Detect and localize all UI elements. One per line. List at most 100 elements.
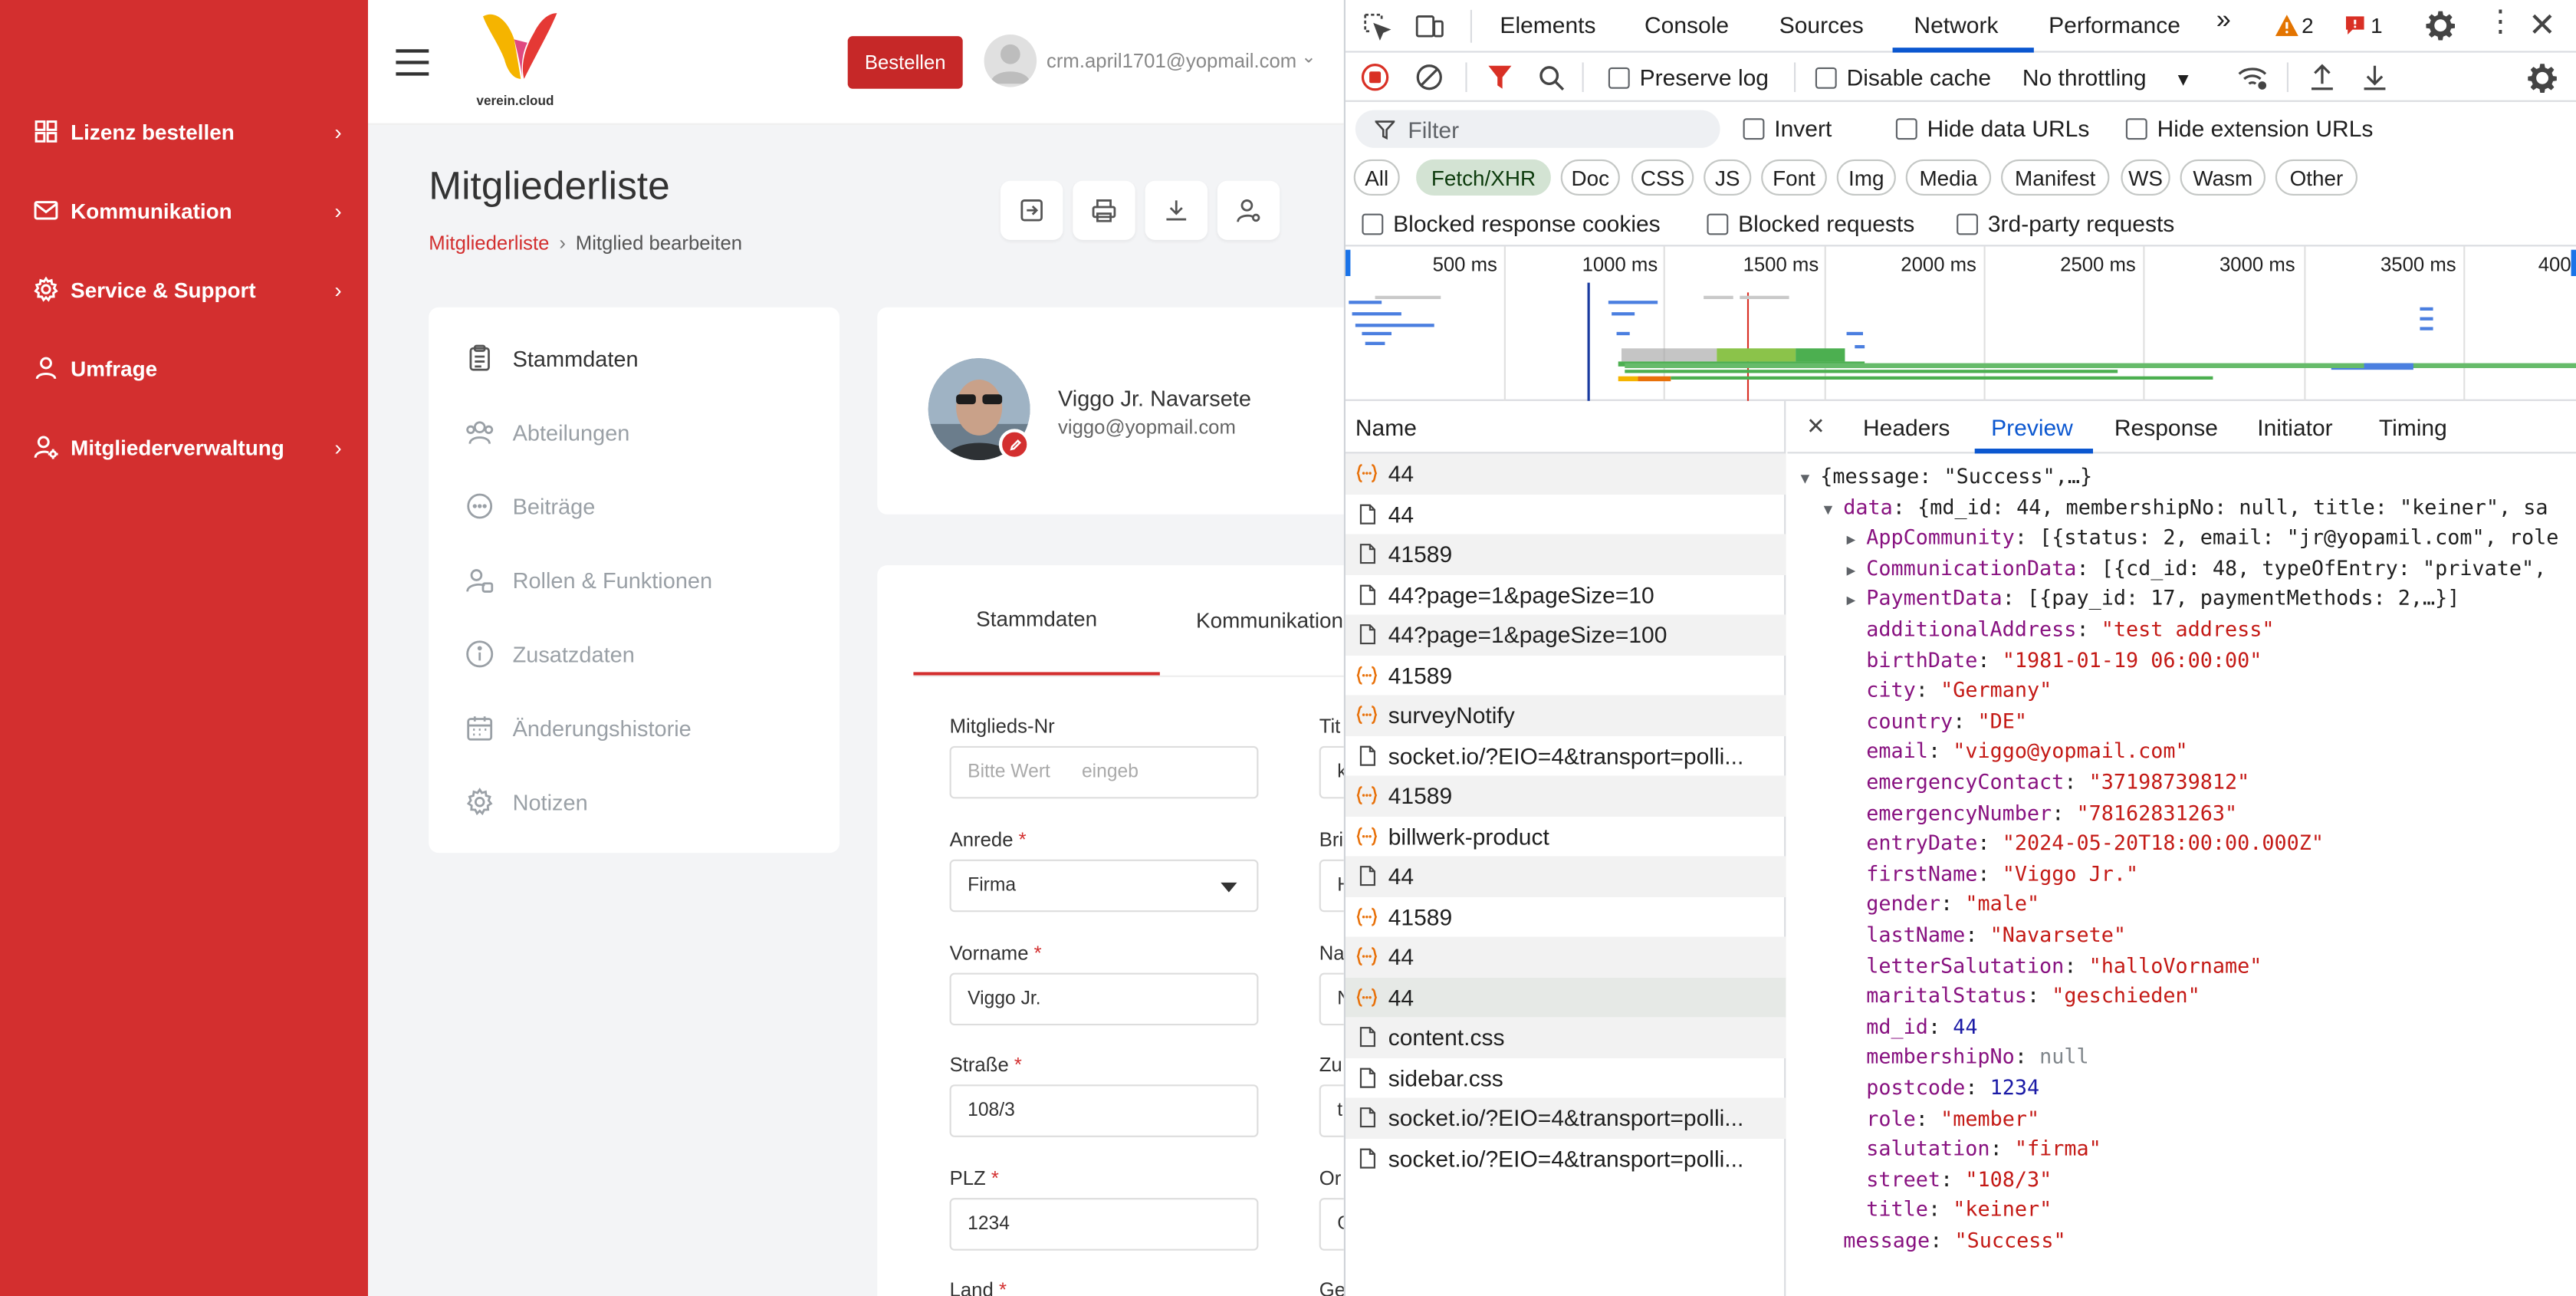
type-filter-other[interactable]: Other	[2275, 159, 2358, 196]
network-settings-icon[interactable]	[2527, 62, 2558, 94]
warnings-badge[interactable]: 2	[2275, 13, 2314, 38]
request-row[interactable]: 41589	[1346, 655, 1786, 696]
strasse-input[interactable]: 108/3	[949, 1084, 1259, 1137]
print-button[interactable]	[1073, 180, 1135, 240]
json-collapsed-line[interactable]: ▶ AppCommunity: [{status: 2, email: "jr@y…	[1847, 523, 2559, 554]
request-row[interactable]: socket.io/?EIO=4&transport=polli...	[1346, 1097, 1786, 1138]
sidebar-item-lizenz[interactable]: Lizenz bestellen ›	[33, 108, 355, 154]
json-root-line[interactable]: ▼ {message: "Success",…}	[1801, 462, 2093, 492]
type-filter-fetch-xhr[interactable]: Fetch/XHR	[1416, 159, 1551, 196]
type-filter-doc[interactable]: Doc	[1560, 159, 1620, 196]
menu-item-beitraege[interactable]: Beiträge	[465, 492, 595, 521]
inspect-element-icon[interactable]	[1362, 12, 1392, 41]
user-email[interactable]: crm.april1701@yopmail.com	[1046, 49, 1296, 72]
type-filter-img[interactable]: Img	[1836, 159, 1896, 196]
request-row[interactable]: surveyNotify	[1346, 695, 1786, 735]
sidebar-item-umfrage[interactable]: Umfrage	[33, 345, 355, 391]
tab-kommunikation[interactable]: Kommunikation	[1196, 565, 1343, 676]
third-party-checkbox[interactable]: 3rd-party requests	[1957, 210, 2174, 237]
request-row[interactable]: 44	[1346, 976, 1786, 1018]
name-column-header[interactable]: Name	[1346, 401, 1786, 454]
devtools-tab-performance[interactable]: Performance	[2049, 12, 2180, 38]
request-row[interactable]: 44?page=1&pageSize=10	[1346, 574, 1786, 615]
devtools-tab-sources[interactable]: Sources	[1779, 12, 1864, 38]
ort-input[interactable]: G	[1319, 1198, 1344, 1251]
throttling-select[interactable]: No throttling ▼	[2022, 64, 2193, 90]
request-row[interactable]: 41589	[1346, 534, 1786, 574]
request-row[interactable]: socket.io/?EIO=4&transport=polli...	[1346, 1138, 1786, 1179]
json-collapsed-line[interactable]: ▶ CommunicationData: [{cd_id: 48, typeOfE…	[1847, 554, 2547, 584]
chevron-down-icon[interactable]: ⌄	[1301, 46, 1316, 67]
preserve-log-checkbox[interactable]: Preserve log	[1608, 64, 1769, 90]
hide-extension-urls-checkbox[interactable]: Hide extension URLs	[2125, 115, 2373, 141]
mitglieds-nr-input[interactable]: Bitte Wert eingeb	[949, 745, 1259, 799]
devtools-tab-network[interactable]: Network	[1914, 12, 1998, 38]
type-filter-ws[interactable]: WS	[2121, 159, 2170, 196]
detail-tab-initiator[interactable]: Initiator	[2257, 414, 2332, 440]
app-logo[interactable]: verein.cloud	[473, 7, 572, 112]
type-filter-js[interactable]: JS	[1704, 159, 1752, 196]
request-row[interactable]: content.css	[1346, 1017, 1786, 1058]
titel-input[interactable]: k	[1319, 745, 1344, 799]
invert-checkbox[interactable]: Invert	[1743, 115, 1832, 141]
request-row[interactable]: 41589	[1346, 896, 1786, 937]
request-row[interactable]: sidebar.css	[1346, 1058, 1786, 1098]
menu-item-rollen[interactable]: Rollen & Funktionen	[465, 565, 712, 595]
import-har-icon[interactable]	[2308, 62, 2336, 92]
request-row[interactable]: 44	[1346, 856, 1786, 896]
request-row[interactable]: 44	[1346, 936, 1786, 977]
edit-avatar-button[interactable]	[998, 429, 1030, 460]
member-settings-button[interactable]	[1217, 180, 1280, 240]
export-har-icon[interactable]	[2361, 62, 2388, 92]
request-row[interactable]: 44	[1346, 494, 1786, 535]
hamburger-menu-icon[interactable]	[394, 48, 430, 77]
tab-stammdaten[interactable]: Stammdaten	[913, 565, 1160, 676]
filter-funnel-icon[interactable]	[1487, 64, 1513, 90]
menu-item-aenderungshistorie[interactable]: Änderungshistorie	[465, 713, 692, 743]
json-collapsed-line[interactable]: ▶ PaymentData: [{pay_id: 17, paymentMetho…	[1847, 584, 2460, 615]
detail-tab-timing[interactable]: Timing	[2379, 414, 2447, 440]
devtools-tab-elements[interactable]: Elements	[1500, 12, 1595, 38]
nachname-input[interactable]: N	[1319, 972, 1344, 1026]
filter-input[interactable]: Filter	[1355, 110, 1720, 148]
record-stop-icon[interactable]	[1360, 62, 1390, 92]
close-devtools-icon[interactable]: ✕	[2528, 5, 2556, 46]
json-data-line[interactable]: ▼ data: {md_id: 44, membershipNo: null, t…	[1824, 492, 2548, 523]
clear-icon[interactable]	[1414, 62, 1444, 92]
devtools-tab-console[interactable]: Console	[1644, 12, 1729, 38]
download-button[interactable]	[1145, 180, 1208, 240]
search-icon[interactable]	[1538, 64, 1566, 92]
network-conditions-icon[interactable]	[2236, 62, 2269, 92]
type-filter-wasm[interactable]: Wasm	[2180, 159, 2266, 196]
close-detail-icon[interactable]: ×	[1807, 410, 1825, 444]
breadcrumb-root-link[interactable]: Mitgliederliste	[429, 232, 549, 255]
menu-item-abteilungen[interactable]: Abteilungen	[465, 417, 629, 447]
user-avatar[interactable]	[984, 35, 1037, 87]
menu-item-zusatzdaten[interactable]: Zusatzdaten	[465, 640, 635, 669]
vorname-input[interactable]: Viggo Jr.	[949, 972, 1259, 1026]
sidebar-item-kommunikation[interactable]: Kommunikation ›	[33, 187, 355, 233]
sidebar-item-mitgliederverwaltung[interactable]: Mitgliederverwaltung ›	[33, 424, 355, 470]
menu-item-notizen[interactable]: Notizen	[465, 787, 588, 817]
request-row[interactable]: billwerk-product	[1346, 816, 1786, 857]
anrede-select[interactable]: Firma	[949, 859, 1259, 913]
request-row[interactable]: 44	[1346, 453, 1786, 494]
request-row[interactable]: 41589	[1346, 775, 1786, 816]
zusatz-input[interactable]: t	[1319, 1084, 1344, 1137]
plz-input[interactable]: 1234	[949, 1198, 1259, 1251]
detail-tab-response[interactable]: Response	[2114, 414, 2218, 440]
hide-data-urls-checkbox[interactable]: Hide data URLs	[1895, 115, 2089, 141]
type-filter-manifest[interactable]: Manifest	[2001, 159, 2110, 196]
timeline-overview[interactable]: 500 ms 1000 ms 1500 ms 2000 ms 2500 ms 3…	[1346, 246, 2576, 401]
request-row[interactable]: 44?page=1&pageSize=100	[1346, 614, 1786, 655]
detail-tab-preview[interactable]: Preview	[1991, 414, 2073, 440]
kebab-menu-icon[interactable]: ⋮	[2486, 7, 2515, 37]
blocked-requests-checkbox[interactable]: Blocked requests	[1707, 210, 1914, 237]
order-button[interactable]: Bestellen	[847, 36, 963, 89]
blocked-cookies-checkbox[interactable]: Blocked response cookies	[1362, 210, 1661, 237]
request-row[interactable]: socket.io/?EIO=4&transport=polli...	[1346, 735, 1786, 776]
menu-item-stammdaten[interactable]: Stammdaten	[465, 344, 639, 373]
issues-badge[interactable]: 1	[2344, 13, 2383, 38]
type-filter-font[interactable]: Font	[1761, 159, 1827, 196]
settings-gear-icon[interactable]	[2425, 10, 2456, 41]
